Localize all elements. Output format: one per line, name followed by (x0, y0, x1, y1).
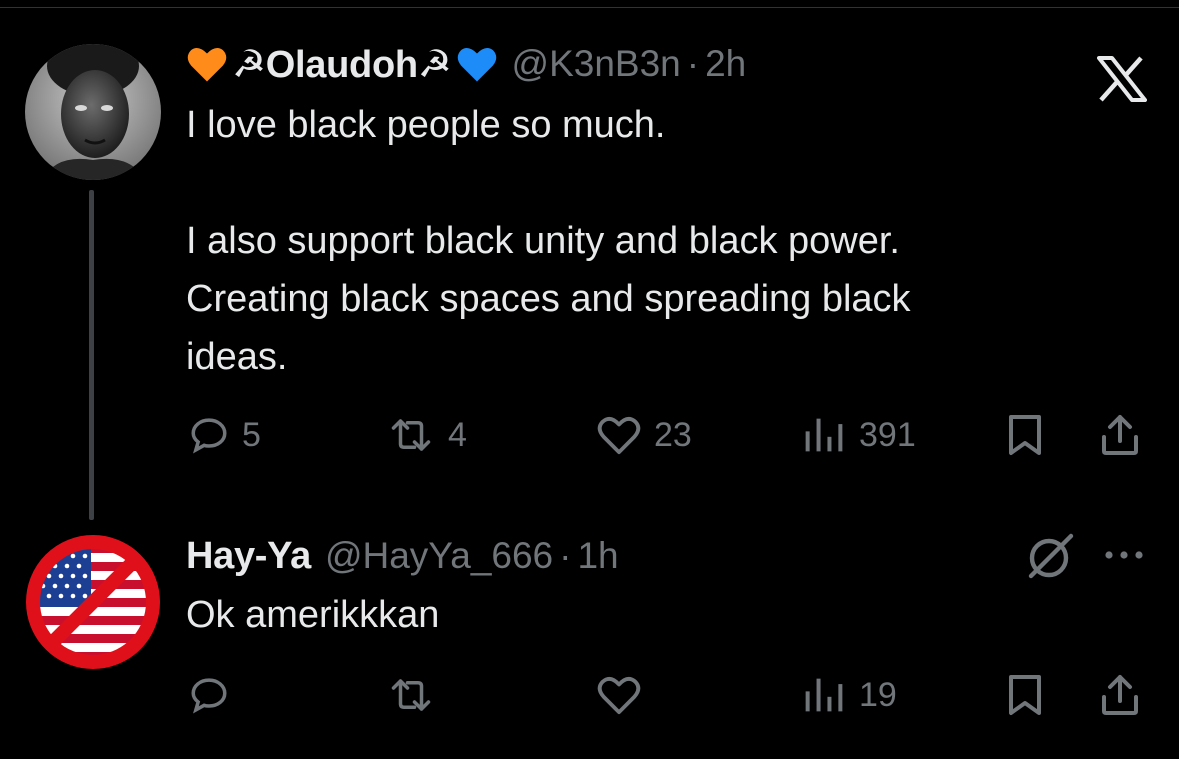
repost-count: 4 (448, 415, 467, 454)
like-count: 23 (654, 415, 692, 454)
more-icon[interactable] (1100, 545, 1148, 565)
repost-button[interactable] (386, 665, 436, 725)
repost-button[interactable]: 4 (386, 405, 467, 465)
separator-dot: · (559, 535, 572, 576)
avatar[interactable] (25, 534, 161, 670)
orange-heart-icon (187, 48, 227, 82)
avatar[interactable] (25, 44, 161, 180)
bookmark-icon (1009, 675, 1041, 715)
reply-text: Ok amerikkkan (186, 594, 440, 636)
share-button[interactable] (1098, 405, 1142, 465)
blue-heart-icon (457, 48, 496, 82)
post-text: I love black people so much. I also supp… (186, 104, 911, 378)
thread-connector-line (89, 190, 94, 520)
grok-icon[interactable] (1025, 530, 1077, 582)
heart-icon (597, 677, 641, 715)
heart-icon (597, 417, 641, 455)
reply-header: Hay-Ya @HayYa_666 · 1h (186, 530, 619, 582)
repost-icon (391, 679, 431, 711)
separator-dot: · (686, 43, 700, 84)
views-button[interactable]: 391 (801, 405, 916, 465)
top-divider (0, 7, 1179, 8)
display-name[interactable]: ☭Olaudoh☭ (232, 42, 452, 87)
reply-button[interactable] (188, 665, 230, 725)
share-icon (1102, 415, 1138, 455)
comment-icon (191, 418, 227, 454)
reply-button[interactable]: 5 (188, 405, 261, 465)
user-handle[interactable]: @HayYa_666 (325, 535, 553, 577)
bookmark-icon (1009, 415, 1041, 455)
post-action-bar: 5 4 23 391 (186, 405, 1146, 465)
x-logo-icon (1097, 56, 1147, 102)
reply-action-bar: 19 (186, 665, 1146, 725)
display-name[interactable]: Hay-Ya (186, 535, 311, 578)
reply-count: 5 (242, 415, 261, 454)
profile-photo (25, 44, 161, 180)
view-count: 391 (859, 415, 916, 454)
share-icon (1102, 675, 1138, 715)
bookmark-button[interactable] (1004, 405, 1046, 465)
reply-time[interactable]: 1h (577, 535, 618, 577)
no-usa-flag-avatar (26, 535, 160, 669)
like-button[interactable]: 23 (596, 405, 692, 465)
bar-chart-icon (805, 418, 843, 452)
view-count: 19 (859, 675, 897, 714)
post-header: ☭Olaudoh☭ @K3nB3n · 2h (186, 38, 746, 90)
share-button[interactable] (1098, 665, 1142, 725)
repost-icon (391, 419, 431, 451)
comment-icon (191, 678, 227, 714)
like-button[interactable] (596, 665, 642, 725)
bookmark-button[interactable] (1004, 665, 1046, 725)
user-handle[interactable]: @K3nB3n (512, 43, 681, 85)
bar-chart-icon (805, 678, 843, 712)
views-button[interactable]: 19 (801, 665, 897, 725)
post-time[interactable]: 2h (705, 43, 746, 85)
